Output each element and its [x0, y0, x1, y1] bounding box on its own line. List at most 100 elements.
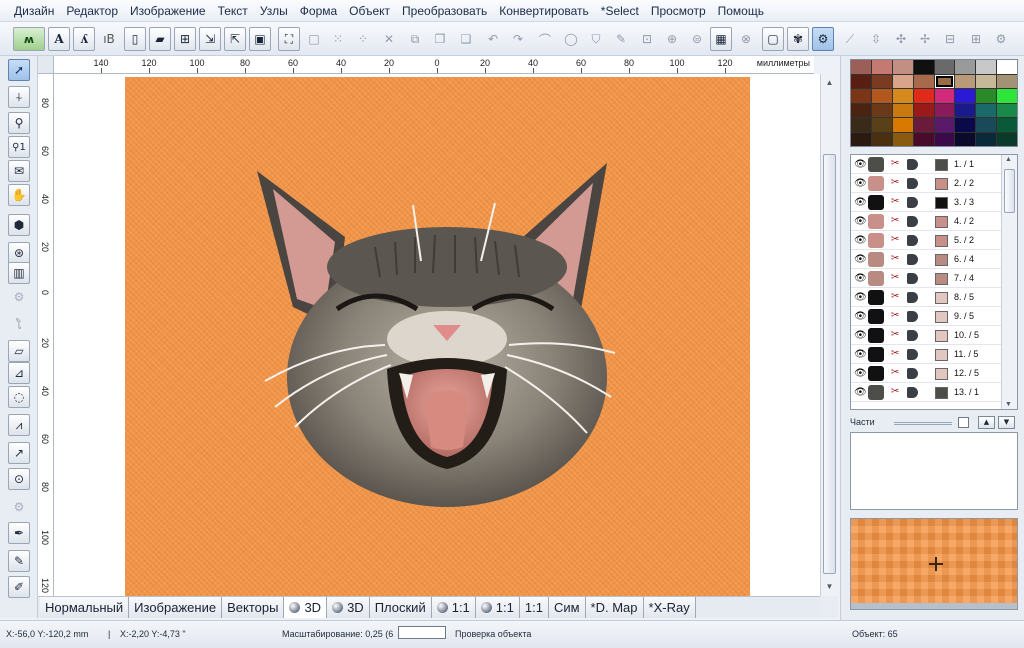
transform-icon[interactable]: ⊡ [636, 27, 658, 51]
eye-icon[interactable]: 👁 [854, 254, 867, 265]
arrow-icon[interactable]: ⟋ [839, 27, 861, 51]
ribbon-icon[interactable]: ▱ [8, 340, 30, 362]
save-icon[interactable]: ▣ [249, 27, 271, 51]
object-row[interactable]: 👁 ✂ 10. / 5 [851, 326, 1001, 345]
eye-icon[interactable]: 👁 [854, 235, 867, 246]
text-tool-icon[interactable]: ʎ [73, 27, 95, 51]
color-swatch[interactable] [892, 103, 913, 117]
eye-icon[interactable]: 👁 [854, 197, 867, 208]
view-tab[interactable]: 1:1 [519, 597, 549, 618]
view-icon[interactable]: ⊜ [686, 27, 708, 51]
node-edit-icon[interactable]: ⍭ [8, 86, 30, 108]
color-swatch[interactable] [955, 60, 976, 74]
pencil-icon[interactable]: ✐ [8, 576, 30, 598]
zoom-one-icon[interactable]: ⚲1 [8, 136, 30, 158]
line-icon[interactable]: ↗ [8, 442, 30, 464]
view-tab[interactable]: Векторы [222, 597, 285, 618]
color-swatch[interactable] [892, 60, 913, 74]
color-swatch[interactable] [997, 60, 1017, 74]
node-icon[interactable]: ⌒ [534, 27, 556, 51]
color-swatch[interactable] [997, 132, 1017, 146]
curve-icon[interactable]: ◌ [8, 386, 30, 408]
color-swatch[interactable] [892, 89, 913, 103]
parts-down-icon[interactable]: ▼ [998, 416, 1015, 429]
scissors-icon[interactable]: ✂ [891, 158, 899, 169]
menu-item[interactable]: *Select [595, 0, 645, 22]
eye-icon[interactable]: 👁 [854, 273, 867, 284]
menu-item[interactable]: Дизайн [8, 0, 60, 22]
menu-item[interactable]: Преобразовать [396, 0, 493, 22]
brush-icon[interactable]: ✎ [8, 550, 30, 572]
import-icon[interactable]: ⇲ [199, 27, 221, 51]
menu-item[interactable]: Текст [212, 0, 254, 22]
object-row[interactable]: 👁 ✂ 1. / 1 [851, 155, 1001, 174]
object-row[interactable]: 👁 ✂ 7. / 4 [851, 269, 1001, 288]
view-tab[interactable]: Нормальный [40, 597, 130, 618]
menu-item[interactable]: Объект [343, 0, 396, 22]
connector-icon[interactable] [907, 387, 918, 398]
color-swatch[interactable] [913, 74, 934, 88]
color-swatch[interactable] [851, 132, 871, 146]
color-swatch[interactable] [892, 74, 913, 88]
stitch-logo-icon[interactable]: ʍ [13, 27, 45, 51]
color-swatch[interactable] [934, 132, 955, 146]
undo-icon[interactable]: ↶ [482, 27, 504, 51]
color-swatch[interactable] [934, 74, 955, 88]
color-swatch[interactable] [976, 103, 997, 117]
color-swatch[interactable] [913, 132, 934, 146]
object-row[interactable]: 👁 ✂ 8. / 5 [851, 288, 1001, 307]
import-image-icon[interactable]: ⇱ [224, 27, 246, 51]
cut-icon[interactable]: ✕ [378, 27, 400, 51]
eye-icon[interactable]: 👁 [854, 292, 867, 303]
parts-box[interactable] [850, 432, 1018, 510]
satin-icon[interactable]: ⊛ [8, 242, 30, 264]
connector-icon[interactable] [907, 216, 918, 227]
color-swatch[interactable] [892, 118, 913, 132]
pen-icon[interactable]: ✒ [8, 522, 30, 544]
connector-icon[interactable] [907, 254, 918, 265]
color-swatch[interactable] [997, 74, 1017, 88]
color-swatch[interactable] [934, 60, 955, 74]
gear-icon[interactable]: ⚙ [990, 27, 1012, 51]
text-icon[interactable]: A [48, 27, 70, 51]
connector-icon[interactable] [907, 311, 918, 322]
menu-item[interactable]: Редактор [60, 0, 124, 22]
view-tab[interactable]: Плоский [369, 597, 432, 618]
scissors-icon[interactable]: ✂ [891, 272, 899, 283]
color-swatch[interactable] [871, 89, 892, 103]
parts-checkbox[interactable] [958, 417, 969, 428]
list-down-icon[interactable]: ▼ [1005, 401, 1012, 408]
color-swatch[interactable] [976, 89, 997, 103]
color-swatch[interactable] [851, 118, 871, 132]
color-swatch[interactable] [934, 89, 955, 103]
menu-item[interactable]: Изображение [124, 0, 212, 22]
zoom-icon[interactable]: ⚲ [8, 112, 30, 134]
copy-icon[interactable]: ⧉ [404, 27, 426, 51]
color-swatch[interactable] [997, 89, 1017, 103]
view-tab[interactable]: 1:1 [431, 597, 476, 618]
color-swatch[interactable] [871, 60, 892, 74]
connector-icon[interactable] [907, 197, 918, 208]
object-row[interactable]: 👁 ✂ 3. / 3 [851, 193, 1001, 212]
object-row[interactable]: 👁 ✂ 12. / 5 [851, 364, 1001, 383]
color-swatch[interactable] [955, 118, 976, 132]
redo-icon[interactable]: ↷ [507, 27, 529, 51]
object-row[interactable]: 👁 ✂ 5. / 2 [851, 231, 1001, 250]
rect-dots-icon[interactable]: ⁘ [352, 27, 374, 51]
color-swatch[interactable] [851, 60, 871, 74]
color-swatch[interactable] [955, 103, 976, 117]
scissors-icon[interactable]: ✂ [891, 348, 899, 359]
color-swatch[interactable] [934, 103, 955, 117]
color-swatch[interactable] [976, 60, 997, 74]
color-swatch[interactable] [851, 74, 871, 88]
grid-icon[interactable]: ⊞ [965, 27, 987, 51]
machine-icon[interactable]: ⚙ [812, 27, 834, 51]
connector-icon[interactable] [907, 292, 918, 303]
scissors-icon[interactable]: ✂ [891, 234, 899, 245]
select-arrow-icon[interactable]: ➚ [8, 59, 30, 81]
color-swatch[interactable] [871, 74, 892, 88]
object-row[interactable]: 👁 ✂ 6. / 4 [851, 250, 1001, 269]
object-row[interactable]: 👁 ✂ 2. / 2 [851, 174, 1001, 193]
object-row[interactable]: 👁 ✂ 4. / 2 [851, 212, 1001, 231]
lasso-icon[interactable]: ✉ [8, 160, 30, 182]
